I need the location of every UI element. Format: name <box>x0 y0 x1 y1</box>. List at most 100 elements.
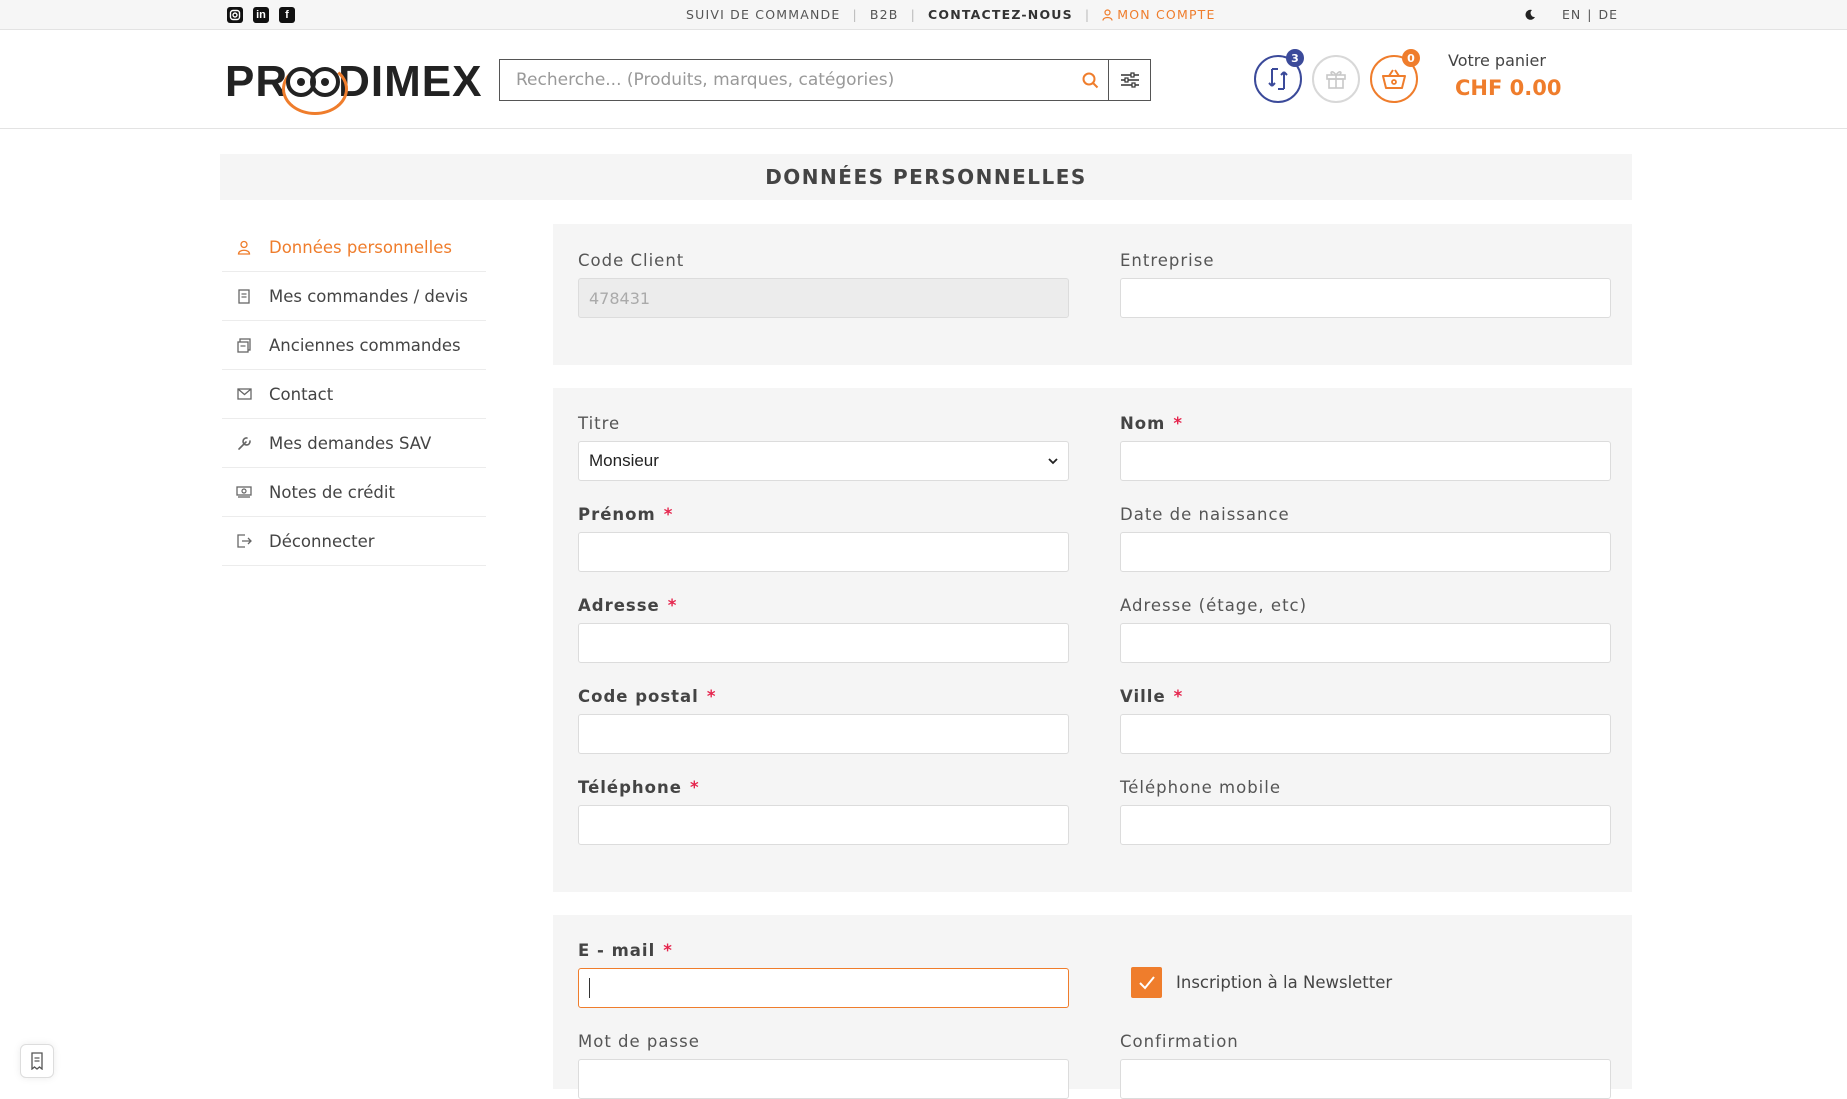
titre-label: Titre <box>578 414 621 433</box>
sidebar-item-label: Anciennes commandes <box>269 335 461 355</box>
password-input[interactable] <box>578 1059 1069 1099</box>
client-info-panel: Code Client 478431 Entreprise <box>553 224 1632 365</box>
instagram-icon[interactable] <box>227 7 243 23</box>
newsletter-checkbox-row[interactable]: Inscription à la Newsletter <box>1131 967 1392 998</box>
entreprise-input[interactable] <box>1120 278 1611 318</box>
code-postal-label: Code postal * <box>578 687 717 706</box>
password-label: Mot de passe <box>578 1032 700 1051</box>
adresse2-label: Adresse (étage, etc) <box>1120 596 1308 615</box>
confirmation-input[interactable] <box>1120 1059 1611 1099</box>
cart-summary[interactable]: Votre panier CHF 0.00 <box>1448 51 1561 100</box>
sidebar-item-label: Mes demandes SAV <box>269 433 432 453</box>
titre-select[interactable]: Monsieur <box>578 441 1069 481</box>
prenom-label: Prénom * <box>578 505 674 524</box>
compare-button[interactable]: 3 <box>1254 49 1304 103</box>
telephone-field: Téléphone * <box>578 778 1069 845</box>
telephone-mobile-field: Téléphone mobile <box>1120 778 1611 845</box>
prenom-field: Prénom * <box>578 505 1069 572</box>
archive-icon <box>236 337 252 353</box>
sidebar-item-orders-quotes[interactable]: Mes commandes / devis <box>222 272 486 321</box>
date-naissance-label: Date de naissance <box>1120 505 1290 524</box>
telephone-label: Téléphone * <box>578 778 700 797</box>
telephone-mobile-input[interactable] <box>1120 805 1611 845</box>
dark-mode-icon[interactable] <box>1524 9 1536 21</box>
gift-button[interactable] <box>1312 55 1360 103</box>
search-icon[interactable] <box>1072 60 1108 100</box>
ville-input[interactable] <box>1120 714 1611 754</box>
lang-en[interactable]: EN <box>1562 7 1581 22</box>
top-bar: in f SUIVI DE COMMANDE | B2B | CONTACTEZ… <box>0 0 1847 30</box>
nom-label: Nom * <box>1120 414 1183 433</box>
adresse-label: Adresse * <box>578 596 678 615</box>
adresse2-input[interactable] <box>1120 623 1611 663</box>
receipt-icon <box>31 1052 43 1070</box>
logo-text-start: PR <box>225 57 289 106</box>
nav-divider: | <box>910 7 917 22</box>
filter-sliders-icon[interactable] <box>1108 60 1150 100</box>
login-details-panel: E - mail * Inscription à la Newsletter Mo… <box>553 915 1632 1099</box>
sidebar-item-label: Données personnelles <box>269 237 452 257</box>
account-sidebar: Données personnelles Mes commandes / dev… <box>222 223 486 566</box>
sidebar-item-contact[interactable]: Contact <box>222 370 486 419</box>
nom-field: Nom * <box>1120 414 1611 481</box>
code-client-input: 478431 <box>578 278 1069 318</box>
order-tracking-link[interactable]: SUIVI DE COMMANDE <box>686 7 840 22</box>
newsletter-checkbox[interactable] <box>1131 967 1162 998</box>
titre-field: Titre Monsieur <box>578 414 1069 481</box>
gift-icon <box>1326 71 1346 89</box>
language-switcher: EN | DE <box>1524 7 1618 22</box>
cart-total: CHF 0.00 <box>1455 76 1562 100</box>
code-client-field: Code Client 478431 <box>578 251 1069 318</box>
text-cursor <box>589 978 590 998</box>
lang-de[interactable]: DE <box>1598 7 1618 22</box>
sidebar-item-label: Notes de crédit <box>269 482 395 502</box>
logo-eyes-icon <box>282 63 349 115</box>
linkedin-icon[interactable]: in <box>253 7 269 23</box>
wrench-icon <box>236 435 252 451</box>
sidebar-item-credit-notes[interactable]: Notes de crédit <box>222 468 486 517</box>
sidebar-item-old-orders[interactable]: Anciennes commandes <box>222 321 486 370</box>
ville-label: Ville * <box>1120 687 1184 706</box>
sidebar-item-personal-data[interactable]: Données personnelles <box>222 223 486 272</box>
b2b-link[interactable]: B2B <box>870 7 899 22</box>
money-icon <box>236 484 252 500</box>
header: PR DIMEX 3 0 Votre panier CHF 0.00 <box>0 31 1847 129</box>
prodimex-logo[interactable]: PR DIMEX <box>225 57 483 115</box>
logout-icon <box>236 533 252 549</box>
user-icon <box>236 239 252 255</box>
adresse-field: Adresse * <box>578 596 1069 663</box>
telephone-input[interactable] <box>578 805 1069 845</box>
basket-button[interactable]: 0 <box>1370 49 1420 103</box>
facebook-icon[interactable]: f <box>279 7 295 23</box>
logo-text-end: DIMEX <box>338 57 483 106</box>
nav-divider: | <box>1084 7 1091 22</box>
search-bar <box>499 59 1151 101</box>
user-icon <box>1102 8 1113 21</box>
date-naissance-input[interactable] <box>1120 532 1611 572</box>
prenom-input[interactable] <box>578 532 1069 572</box>
code-client-label: Code Client <box>578 251 685 270</box>
nom-input[interactable] <box>1120 441 1611 481</box>
code-postal-input[interactable] <box>578 714 1069 754</box>
contact-link[interactable]: CONTACTEZ-NOUS <box>928 7 1073 22</box>
personal-details-panel: Titre Monsieur Nom * Prénom * Date de nais… <box>553 388 1632 892</box>
lang-separator: | <box>1587 7 1593 22</box>
social-links: in f <box>227 7 295 23</box>
email-label: E - mail * <box>578 941 673 960</box>
sidebar-item-logout[interactable]: Déconnecter <box>222 517 486 566</box>
sidebar-item-sav-requests[interactable]: Mes demandes SAV <box>222 419 486 468</box>
email-input[interactable] <box>578 968 1069 1008</box>
search-input[interactable] <box>500 60 1072 100</box>
basket-icon <box>1382 69 1406 89</box>
sidebar-item-label: Déconnecter <box>269 531 375 551</box>
basket-count-badge: 0 <box>1402 49 1420 67</box>
sidebar-item-label: Contact <box>269 384 334 404</box>
adresse-input[interactable] <box>578 623 1069 663</box>
entreprise-label: Entreprise <box>1120 251 1215 270</box>
my-account-link[interactable]: MON COMPTE <box>1102 7 1215 22</box>
checkmark-icon <box>1138 975 1155 989</box>
cart-label: Votre panier <box>1448 51 1546 70</box>
floating-widget-button[interactable] <box>20 1044 54 1078</box>
my-account-label: MON COMPTE <box>1117 7 1216 22</box>
compare-arrows-icon <box>1268 68 1288 90</box>
